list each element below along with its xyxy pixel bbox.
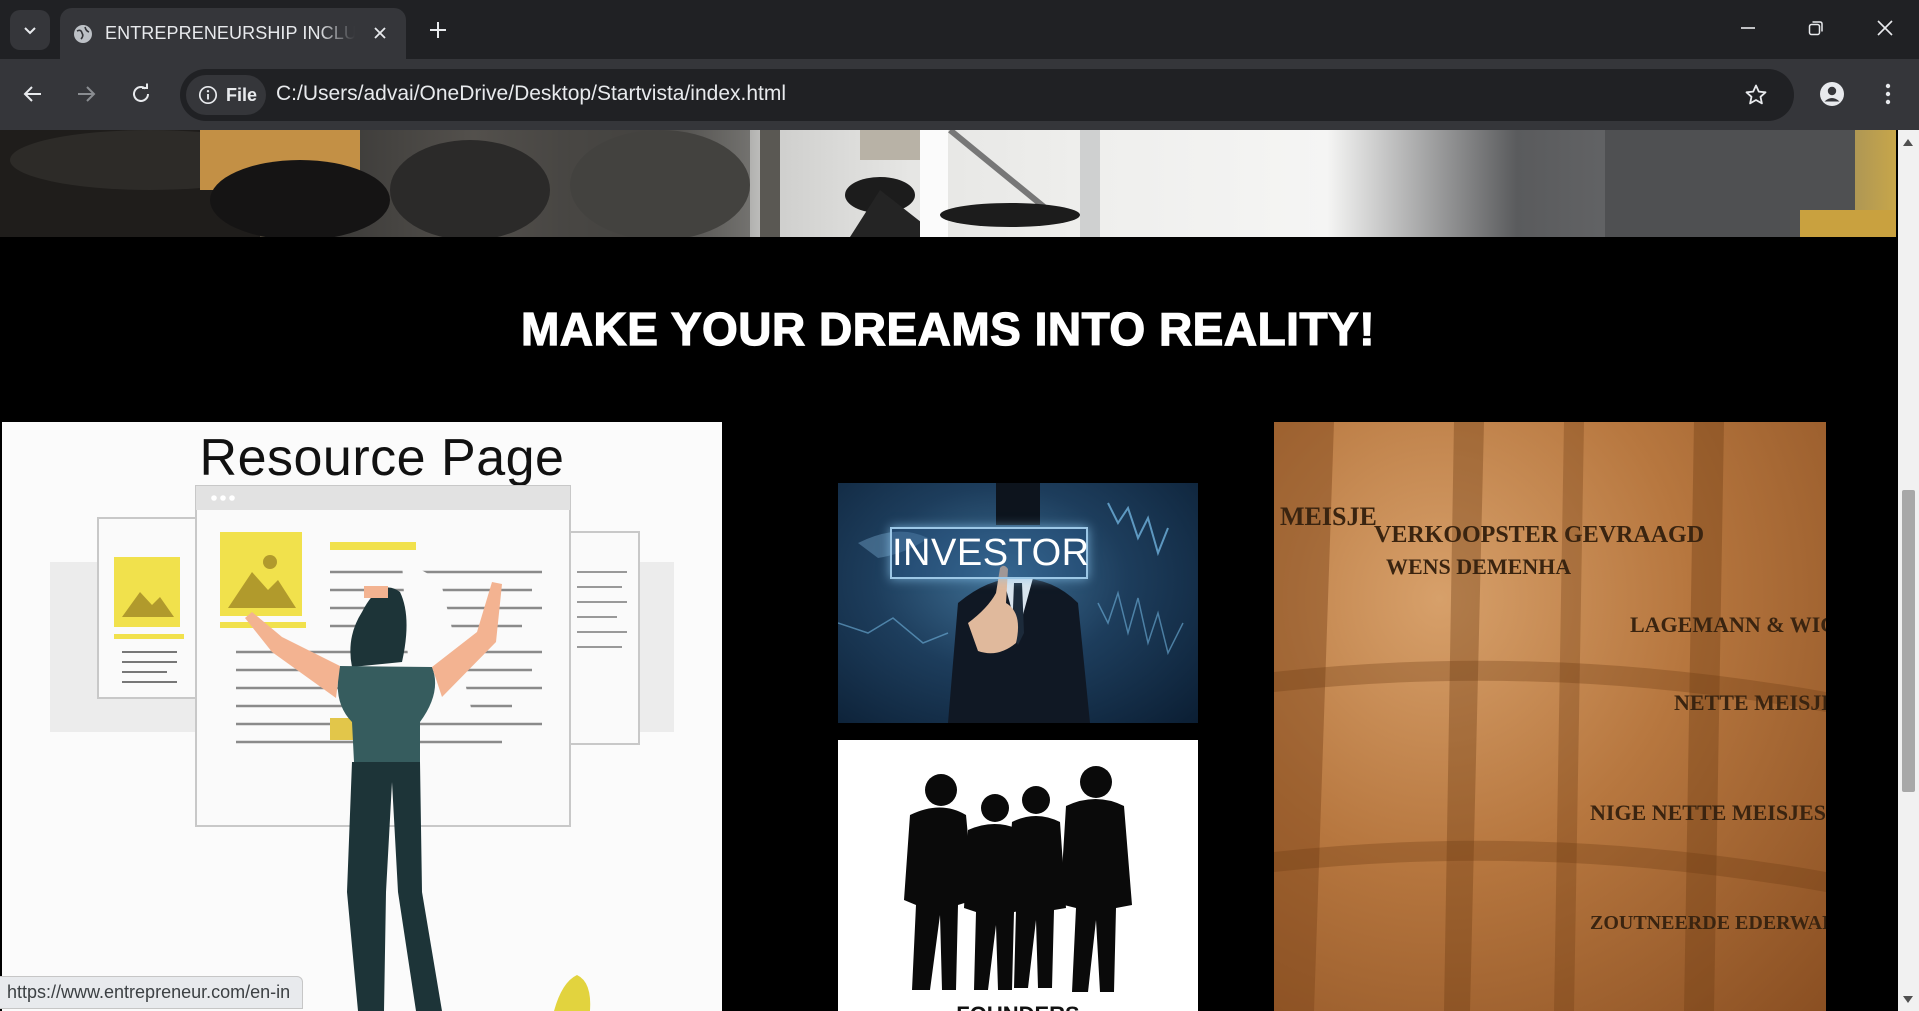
page-headline: MAKE YOUR DREAMS INTO REALITY! xyxy=(520,302,1376,355)
forward-button[interactable] xyxy=(66,74,106,114)
browser-menu-button[interactable] xyxy=(1870,74,1906,114)
newspaper-headline-6: NIGE NETTE MEISJES xyxy=(1590,800,1826,825)
arrow-right-icon xyxy=(78,86,96,102)
page-viewport: MAKE YOUR DREAMS INTO REALITY! Resource … xyxy=(0,130,1898,1011)
info-icon xyxy=(198,85,218,105)
scroll-down-arrow[interactable] xyxy=(1903,996,1913,1003)
url-text[interactable]: C:/Users/advai/OneDrive/Desktop/Startvis… xyxy=(276,82,786,106)
reload-icon xyxy=(133,83,149,102)
newspaper-headline-7: ZOUTNEERDE EDERWAREN xyxy=(1590,912,1826,934)
scroll-up-arrow[interactable] xyxy=(1903,139,1913,146)
browser-toolbar: File C:/Users/advai/OneDrive/Desktop/Sta… xyxy=(0,59,1919,130)
investor-label: INVESTOR xyxy=(890,527,1089,579)
scrollbar-thumb[interactable] xyxy=(1902,490,1915,792)
bookmark-button[interactable] xyxy=(1742,81,1770,109)
restore-button[interactable] xyxy=(1792,8,1840,48)
star-icon xyxy=(1745,84,1767,105)
newspaper-headline-4: LAGEMANN & WIGGERMA xyxy=(1630,612,1826,637)
investor-businessman-image xyxy=(838,483,1184,723)
site-info-chip[interactable]: File xyxy=(186,75,266,115)
hero-office-image xyxy=(0,130,1896,237)
newspaper-headline-3: WENS DEMENHA xyxy=(1386,554,1572,579)
close-icon xyxy=(374,27,386,39)
profile-icon xyxy=(1820,82,1844,106)
restore-icon xyxy=(1808,21,1823,36)
plus-icon xyxy=(430,22,446,38)
investor-card[interactable]: INVESTOR xyxy=(838,483,1198,723)
newspaper-headline-5: NETTE MEISJES xyxy=(1674,690,1826,715)
profile-button[interactable] xyxy=(1812,74,1852,114)
resource-page-illustration xyxy=(50,485,674,1011)
minimize-button[interactable] xyxy=(1724,8,1772,48)
tab-close-button[interactable] xyxy=(368,21,392,45)
newspaper-headline-1: MEISJE xyxy=(1280,502,1377,531)
more-vert-icon xyxy=(1885,83,1891,105)
founders-card[interactable]: FOUNDERS xyxy=(838,740,1198,1011)
chevron-down-icon xyxy=(24,27,36,35)
new-tab-button[interactable] xyxy=(422,14,454,46)
site-info-label: File xyxy=(226,84,258,105)
arrow-left-icon xyxy=(23,86,41,102)
link-status-bubble: https://www.entrepreneur.com/en-in xyxy=(0,976,304,1009)
minimize-icon xyxy=(1741,27,1755,29)
resource-page-card[interactable]: Resource Page xyxy=(2,422,722,1011)
page-scrollbar[interactable] xyxy=(1898,130,1919,1011)
reload-button[interactable] xyxy=(121,74,161,114)
newspaper-card[interactable]: MEISJE VERKOOPSTER GEVRAAGD WENS DEMENHA… xyxy=(1274,422,1826,1011)
newspaper-headline-2: VERKOOPSTER GEVRAAGD xyxy=(1374,522,1705,548)
globe-icon xyxy=(74,24,92,43)
tab-strip: ENTREPRENEURSHIP INCLUBLA xyxy=(0,0,1919,59)
founders-label: FOUNDERS xyxy=(838,1002,1198,1011)
close-icon xyxy=(1877,20,1893,36)
founders-silhouette-image xyxy=(904,766,1132,992)
office-chairs-illustration xyxy=(0,130,1896,237)
close-window-button[interactable] xyxy=(1861,8,1909,48)
address-bar[interactable]: File C:/Users/advai/OneDrive/Desktop/Sta… xyxy=(180,69,1794,121)
tab-title: ENTREPRENEURSHIP INCLUBLA xyxy=(105,23,355,43)
back-button[interactable] xyxy=(13,74,53,114)
browser-tab[interactable]: ENTREPRENEURSHIP INCLUBLA xyxy=(60,8,406,59)
tab-search-button[interactable] xyxy=(10,10,50,50)
